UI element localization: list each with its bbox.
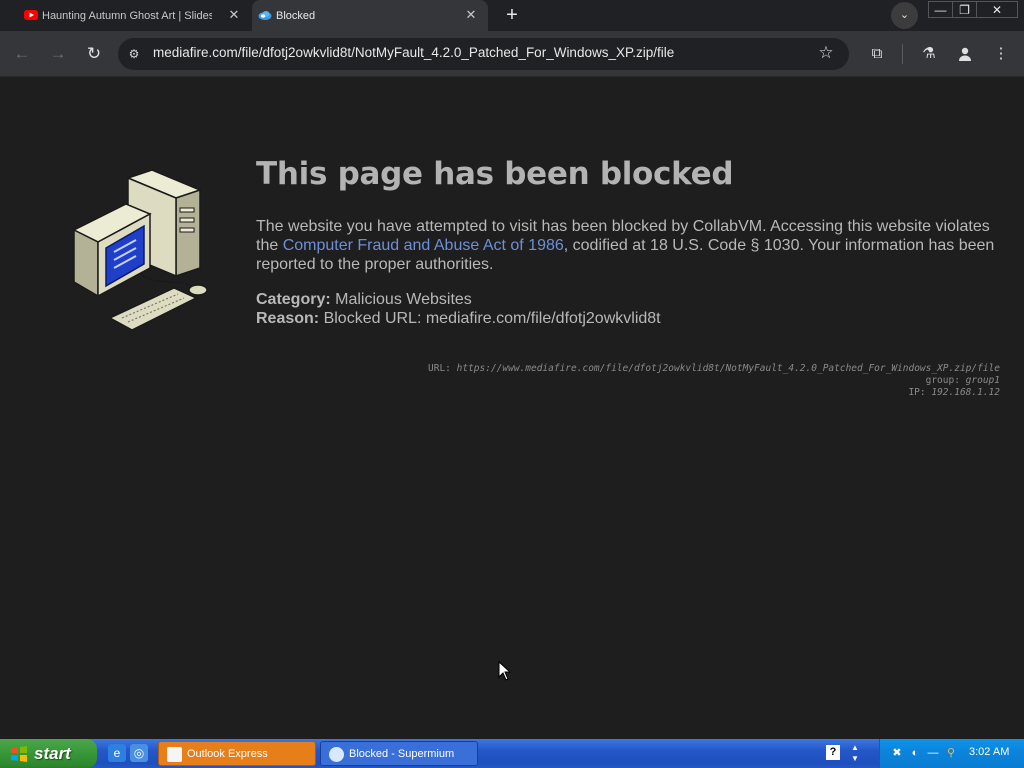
clock: 3:02 AM [969, 746, 1010, 758]
start-label: start [34, 743, 71, 763]
tech-url-row: URL: https://www.mediafire.com/file/dfot… [428, 363, 1000, 375]
tech-url-label: URL: [428, 363, 451, 374]
taskbar: start e ◎ Outlook Express Blocked - Supe… [0, 739, 1024, 768]
ie-quicklaunch-icon[interactable]: e [108, 744, 126, 762]
window-close-button[interactable]: ✕ [976, 1, 1018, 18]
address-url[interactable]: mediafire.com/file/dfotj2owkvlid8t/NotMy… [153, 45, 674, 60]
tech-ip-label: IP: [908, 387, 926, 398]
arrow-left-icon: ← [13, 44, 31, 63]
tab-youtube[interactable]: Haunting Autumn Ghost Art | Slideshow ✕ [18, 0, 248, 31]
reason-value: Blocked URL: mediafire.com/file/dfotj2ow… [323, 310, 661, 327]
tray-scroll-arrows-icon[interactable]: ▲ ▼ [850, 742, 860, 764]
reason-row: Reason: Blocked URL: mediafire.com/file/… [256, 309, 661, 328]
block-details: Category: Malicious Websites Reason: Blo… [256, 290, 661, 328]
forward-button[interactable]: → [47, 43, 69, 65]
page-title: This page has been blocked [256, 156, 734, 192]
volume-icon[interactable]: ◐ [908, 746, 922, 760]
close-tab-icon[interactable]: ✕ [464, 8, 478, 22]
cloud-icon [258, 11, 272, 20]
outlook-express-icon [167, 747, 182, 762]
tech-group-value: group1 [965, 375, 1000, 386]
technical-details: URL: https://www.mediafire.com/file/dfot… [428, 363, 1000, 399]
connection-icon[interactable]: — [926, 746, 940, 760]
tab-title: Haunting Autumn Ghost Art | Slideshow [42, 9, 212, 22]
category-row: Category: Malicious Websites [256, 290, 661, 309]
browser-toolbar: ← → ↻ ⚙ mediafire.com/file/dfotj2owkvlid… [0, 31, 1024, 77]
tech-group-row: group: group1 [428, 375, 1000, 387]
chevron-down-icon: ⌄ [899, 9, 910, 21]
start-button[interactable]: start [0, 739, 97, 768]
category-label: Category: [256, 291, 331, 308]
toolbar-separator [902, 44, 903, 64]
browser-tab-strip: Haunting Autumn Ghost Art | Slideshow ✕ … [0, 0, 1024, 31]
task-outlook-express[interactable]: Outlook Express [158, 741, 316, 766]
youtube-icon [24, 10, 38, 20]
mouse-cursor-icon [498, 661, 512, 681]
computer-illustration-icon [72, 169, 208, 331]
task-blocked-supermium[interactable]: Blocked - Supermium [320, 741, 478, 766]
arrow-right-icon: → [49, 44, 67, 63]
network-icon[interactable]: ✖ [890, 746, 904, 760]
magnifier-icon[interactable]: ⚲ [944, 746, 958, 760]
tab-blocked[interactable]: Blocked ✕ [252, 0, 488, 31]
tech-ip-row: IP: 192.168.1.12 [428, 387, 1000, 399]
system-tray: ✖ ◐ — ⚲ 3:02 AM [879, 739, 1024, 768]
block-explanation: The website you have attempted to visit … [256, 217, 1004, 274]
cfaa-link[interactable]: Computer Fraud and Abuse Act of 1986 [283, 237, 564, 254]
supermium-icon [329, 747, 344, 762]
tab-title: Blocked [276, 9, 316, 22]
back-button[interactable]: ← [11, 43, 33, 65]
menu-kebab-icon[interactable]: ⋮ [990, 43, 1012, 65]
page-content: This page has been blocked The website y… [0, 78, 1024, 739]
tech-url-value: https://www.mediafire.com/file/dfotj2owk… [456, 363, 1000, 374]
bookmark-star-icon[interactable]: ☆ [816, 43, 836, 63]
help-icon[interactable]: ? [826, 745, 840, 760]
reload-button[interactable]: ↻ [83, 43, 105, 65]
category-value: Malicious Websites [335, 291, 472, 308]
windows-flag-icon [11, 745, 27, 762]
flask-icon[interactable]: ⚗ [918, 43, 940, 65]
window-restore-button[interactable]: ❐ [952, 1, 976, 18]
tech-ip-value: 192.168.1.12 [931, 387, 1000, 398]
profile-icon[interactable] [954, 43, 976, 65]
reason-label: Reason: [256, 310, 320, 327]
address-bar[interactable]: ⚙ mediafire.com/file/dfotj2owkvlid8t/Not… [118, 38, 849, 70]
task-label: Outlook Express [187, 747, 268, 760]
site-settings-icon[interactable]: ⚙ [126, 46, 142, 62]
tech-group-label: group: [925, 375, 960, 386]
new-tab-button[interactable]: + [502, 5, 522, 25]
close-tab-icon[interactable]: ✕ [227, 8, 241, 22]
task-label: Blocked - Supermium [349, 747, 455, 760]
tab-search-button[interactable]: ⌄ [891, 2, 918, 29]
window-minimize-button[interactable]: — [928, 1, 952, 18]
media-quicklaunch-icon[interactable]: ◎ [130, 744, 148, 762]
extensions-icon[interactable]: ⧉ [866, 43, 888, 65]
reload-icon: ↻ [86, 44, 102, 63]
